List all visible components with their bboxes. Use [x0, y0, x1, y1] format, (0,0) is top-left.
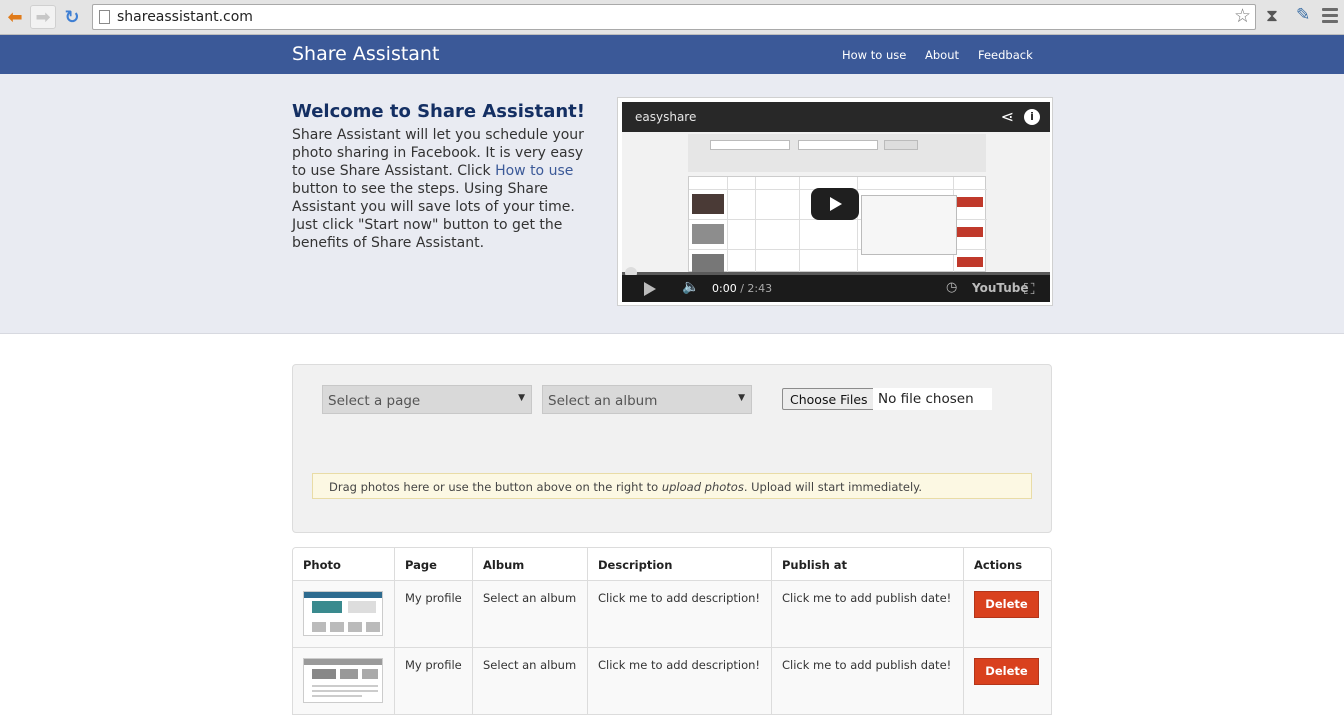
share-icon[interactable]: ⋖ — [1001, 107, 1014, 126]
photo-cell — [293, 581, 394, 647]
photo-dropzone[interactable]: Drag photos here or use the button above… — [312, 473, 1032, 499]
hero-section: Welcome to Share Assistant! Share Assist… — [0, 74, 1344, 334]
video-embed: easyshare ⋖ i 🔈 0:00 / 2:43 ◷ YouTube ⛶ — [617, 97, 1053, 306]
how-to-use-link[interactable]: How to use — [495, 163, 573, 179]
header-publish-at: Publish at — [771, 548, 963, 580]
video-title-bar: easyshare ⋖ i — [622, 102, 1050, 132]
header-album: Album — [472, 548, 587, 580]
preview-upload-bar — [688, 134, 986, 172]
header-page: Page — [394, 548, 472, 580]
url-text[interactable]: shareassistant.com — [117, 9, 253, 25]
hero-text-part-2: button to see the steps. Using Share Ass… — [292, 181, 575, 251]
photo-thumbnail[interactable] — [303, 658, 383, 703]
play-icon[interactable] — [644, 282, 656, 296]
reload-icon[interactable]: ↻ — [59, 5, 85, 29]
page-cell[interactable]: My profile — [394, 581, 472, 647]
header-actions: Actions — [963, 548, 1051, 580]
header-description: Description — [587, 548, 771, 580]
eyedropper-extension-icon[interactable]: ✎ — [1296, 5, 1310, 25]
nav-how-to-use[interactable]: How to use — [842, 48, 906, 62]
back-icon[interactable]: ⬅ — [2, 5, 28, 29]
description-cell[interactable]: Click me to add description! — [587, 648, 771, 714]
table-row: My profile Select an album Click me to a… — [293, 648, 1051, 715]
brand-logo[interactable]: Share Assistant — [292, 43, 439, 65]
forward-icon[interactable]: ➡ — [30, 5, 56, 29]
album-cell[interactable]: Select an album — [472, 648, 587, 714]
hero-title: Welcome to Share Assistant! — [292, 101, 585, 122]
table-header: Photo Page Album Description Publish at … — [293, 548, 1051, 581]
youtube-logo[interactable]: YouTube — [972, 281, 1029, 295]
actions-cell: Delete — [963, 581, 1051, 647]
page-icon — [99, 10, 110, 24]
photos-table: Photo Page Album Description Publish at … — [292, 547, 1052, 715]
album-select[interactable]: Select an album — [542, 385, 752, 414]
hourglass-extension-icon[interactable]: ⧗ — [1266, 6, 1278, 26]
publish-cell[interactable]: Click me to add publish date! — [771, 648, 963, 714]
delete-button[interactable]: Delete — [974, 591, 1039, 618]
nav-about[interactable]: About — [925, 48, 959, 62]
watch-later-icon[interactable]: ◷ — [946, 280, 957, 295]
photo-thumbnail[interactable] — [303, 591, 383, 636]
actions-cell: Delete — [963, 648, 1051, 714]
site-header: Share Assistant How to use About Feedbac… — [0, 35, 1344, 74]
browser-toolbar: ⬅ ➡ ↻ shareassistant.com ☆ ⧗ ✎ — [0, 0, 1344, 35]
table-row: My profile Select an album Click me to a… — [293, 581, 1051, 648]
info-icon[interactable]: i — [1024, 109, 1040, 125]
photo-cell — [293, 648, 394, 714]
upload-panel: Select a page Select an album Choose Fil… — [292, 364, 1052, 533]
video-player[interactable]: easyshare ⋖ i 🔈 0:00 / 2:43 ◷ YouTube ⛶ — [622, 102, 1050, 302]
delete-button[interactable]: Delete — [974, 658, 1039, 685]
video-time: 0:00 / 2:43 — [712, 282, 773, 295]
nav-feedback[interactable]: Feedback — [978, 48, 1033, 62]
page-select[interactable]: Select a page — [322, 385, 532, 414]
video-frame-preview — [622, 132, 1050, 274]
description-cell[interactable]: Click me to add description! — [587, 581, 771, 647]
hero-description: Share Assistant will let you schedule yo… — [292, 126, 597, 252]
fullscreen-icon[interactable]: ⛶ — [1024, 280, 1035, 298]
album-cell[interactable]: Select an album — [472, 581, 587, 647]
header-photo: Photo — [303, 558, 341, 572]
choose-files-button[interactable]: Choose Files — [782, 388, 876, 410]
volume-icon[interactable]: 🔈 — [682, 279, 699, 295]
page-cell[interactable]: My profile — [394, 648, 472, 714]
publish-cell[interactable]: Click me to add publish date! — [771, 581, 963, 647]
menu-icon[interactable] — [1322, 8, 1338, 26]
file-status: No file chosen — [873, 388, 992, 410]
bookmark-star-icon[interactable]: ☆ — [1234, 5, 1251, 27]
address-bar[interactable]: shareassistant.com ☆ — [92, 4, 1256, 30]
video-play-icon[interactable] — [811, 188, 859, 220]
video-title[interactable]: easyshare — [635, 110, 696, 124]
video-controls: 🔈 0:00 / 2:43 ◷ YouTube ⛶ — [622, 275, 1050, 302]
